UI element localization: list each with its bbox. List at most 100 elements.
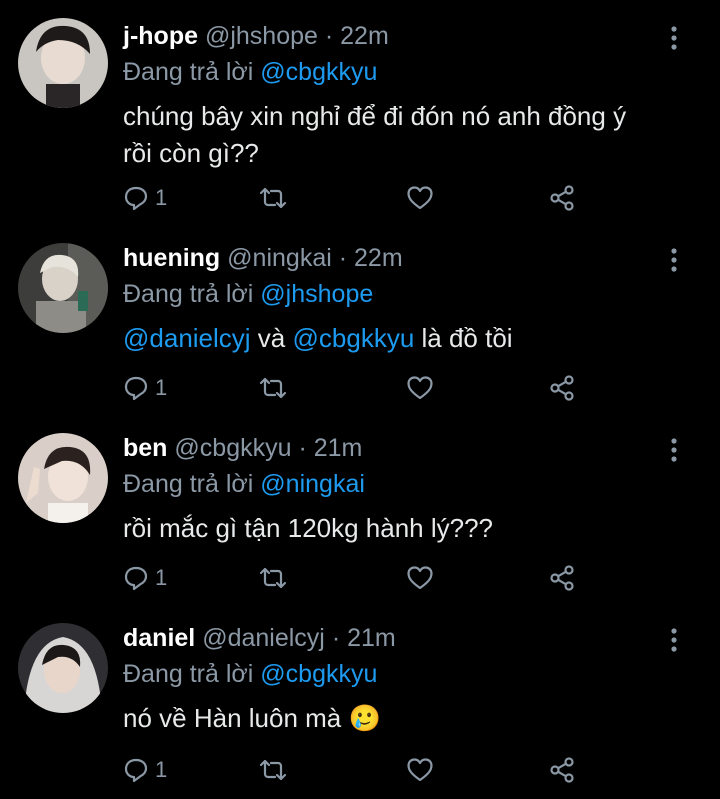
timestamp[interactable]: 21m xyxy=(347,624,396,652)
share-icon xyxy=(550,375,574,401)
retweet-button[interactable] xyxy=(257,560,289,596)
share-button[interactable] xyxy=(548,560,576,596)
separator: · xyxy=(324,22,334,50)
separator: · xyxy=(331,624,341,652)
reply-button[interactable]: 1 xyxy=(123,752,167,788)
more-options-button[interactable] xyxy=(663,246,685,274)
reply-context: Đang trả lời @cbgkkyu xyxy=(123,660,377,689)
tweet-feed: j-hope @jhshope · 22m Đang trả lời @cbgk… xyxy=(0,0,720,799)
reply-context: Đang trả lời @ningkai xyxy=(123,470,365,499)
tweet-header: huening @ningkai · 22m xyxy=(123,244,403,273)
tweet-text-segment: và xyxy=(257,323,286,353)
reply-icon xyxy=(124,376,148,401)
timestamp[interactable]: 22m xyxy=(354,244,403,272)
more-options-icon xyxy=(671,26,677,50)
more-options-icon xyxy=(671,628,677,652)
tweet-text: @danielcyj và @cbgkkyu là đồ tồi xyxy=(123,320,693,357)
reply-prefix: Đang trả lời xyxy=(123,470,254,498)
share-button[interactable] xyxy=(548,370,576,406)
more-options-button[interactable] xyxy=(663,24,685,52)
reply-context: Đang trả lời @jhshope xyxy=(123,280,373,309)
tweet-actions: 1 xyxy=(123,370,593,406)
tweet-header: j-hope @jhshope · 22m xyxy=(123,22,389,51)
avatar[interactable] xyxy=(18,433,108,523)
reply-count: 1 xyxy=(155,565,168,590)
retweet-icon xyxy=(259,377,287,399)
tweet-item[interactable]: j-hope @jhshope · 22m Đang trả lời @cbgk… xyxy=(0,18,720,218)
separator: · xyxy=(338,244,348,272)
like-button[interactable] xyxy=(406,180,434,216)
retweet-icon xyxy=(259,187,287,209)
user-handle[interactable]: @ningkai xyxy=(227,244,332,272)
tweet-text-segment: là đồ tồi xyxy=(421,323,513,353)
tweet-text: nó về Hàn luôn mà 🥲 xyxy=(123,700,693,737)
like-icon xyxy=(407,376,433,400)
user-handle[interactable]: @jhshope xyxy=(205,22,318,50)
tweet-item[interactable]: huening @ningkai · 22m Đang trả lời @jhs… xyxy=(0,240,720,410)
avatar[interactable] xyxy=(18,243,108,333)
like-icon xyxy=(407,186,433,210)
like-icon xyxy=(407,566,433,590)
tweet-item[interactable]: ben @cbgkkyu · 21m Đang trả lời @ningkai… xyxy=(0,430,720,600)
reply-context: Đang trả lời @cbgkkyu xyxy=(123,58,377,87)
reply-to-mention[interactable]: @cbgkkyu xyxy=(260,58,377,86)
user-handle[interactable]: @danielcyj xyxy=(202,624,325,652)
reply-icon xyxy=(124,186,148,211)
reply-icon xyxy=(124,566,148,591)
avatar[interactable] xyxy=(18,623,108,713)
tweet-header: daniel @danielcyj · 21m xyxy=(123,624,396,653)
emoji: 🥲 xyxy=(348,703,381,733)
reply-to-mention[interactable]: @ningkai xyxy=(260,470,365,498)
display-name[interactable]: j-hope xyxy=(123,22,198,50)
share-button[interactable] xyxy=(548,180,576,216)
timestamp[interactable]: 22m xyxy=(340,22,389,50)
more-options-icon xyxy=(671,438,677,462)
reply-to-mention[interactable]: @cbgkkyu xyxy=(260,660,377,688)
mention-link[interactable]: @danielcyj xyxy=(123,323,251,353)
tweet-text-line: rồi mắc gì tận 120kg hành lý??? xyxy=(123,513,494,543)
reply-count: 1 xyxy=(155,757,168,782)
like-button[interactable] xyxy=(406,560,434,596)
reply-button[interactable]: 1 xyxy=(123,180,167,216)
more-options-button[interactable] xyxy=(663,436,685,464)
retweet-icon xyxy=(259,567,287,589)
timestamp[interactable]: 21m xyxy=(314,434,363,462)
tweet-text-line: nó về Hàn luôn mà xyxy=(123,703,342,733)
tweet-text-line: rồi còn gì?? xyxy=(123,138,259,168)
reply-prefix: Đang trả lời xyxy=(123,58,254,86)
like-icon xyxy=(407,758,433,782)
reply-button[interactable]: 1 xyxy=(123,370,167,406)
reply-prefix: Đang trả lời xyxy=(123,280,254,308)
retweet-button[interactable] xyxy=(257,180,289,216)
share-icon xyxy=(550,565,574,591)
more-options-button[interactable] xyxy=(663,626,685,654)
share-icon xyxy=(550,757,574,783)
display-name[interactable]: huening xyxy=(123,244,220,272)
reply-icon xyxy=(124,758,148,783)
display-name[interactable]: ben xyxy=(123,434,167,462)
retweet-button[interactable] xyxy=(257,752,289,788)
like-button[interactable] xyxy=(406,752,434,788)
tweet-text-line: chúng bây xin nghỉ để đi đón nó anh đồng… xyxy=(123,101,627,131)
tweet-text: rồi mắc gì tận 120kg hành lý??? xyxy=(123,510,693,547)
reply-prefix: Đang trả lời xyxy=(123,660,254,688)
separator: · xyxy=(298,434,307,462)
reply-to-mention[interactable]: @jhshope xyxy=(260,280,373,308)
reply-count: 1 xyxy=(155,375,168,400)
more-options-icon xyxy=(671,248,677,272)
user-handle[interactable]: @cbgkkyu xyxy=(174,434,291,462)
tweet-actions: 1 xyxy=(123,560,593,596)
tweet-text: chúng bây xin nghỉ để đi đón nó anh đồng… xyxy=(123,98,693,172)
mention-link[interactable]: @cbgkkyu xyxy=(293,323,415,353)
avatar[interactable] xyxy=(18,18,108,108)
display-name[interactable]: daniel xyxy=(123,624,195,652)
tweet-item[interactable]: daniel @danielcyj · 21m Đang trả lời @cb… xyxy=(0,620,720,795)
reply-count: 1 xyxy=(155,185,168,210)
share-icon xyxy=(550,185,574,211)
share-button[interactable] xyxy=(548,752,576,788)
tweet-header: ben @cbgkkyu · 21m xyxy=(123,434,362,463)
tweet-actions: 1 xyxy=(123,180,593,216)
reply-button[interactable]: 1 xyxy=(123,560,167,596)
like-button[interactable] xyxy=(406,370,434,406)
retweet-button[interactable] xyxy=(257,370,289,406)
